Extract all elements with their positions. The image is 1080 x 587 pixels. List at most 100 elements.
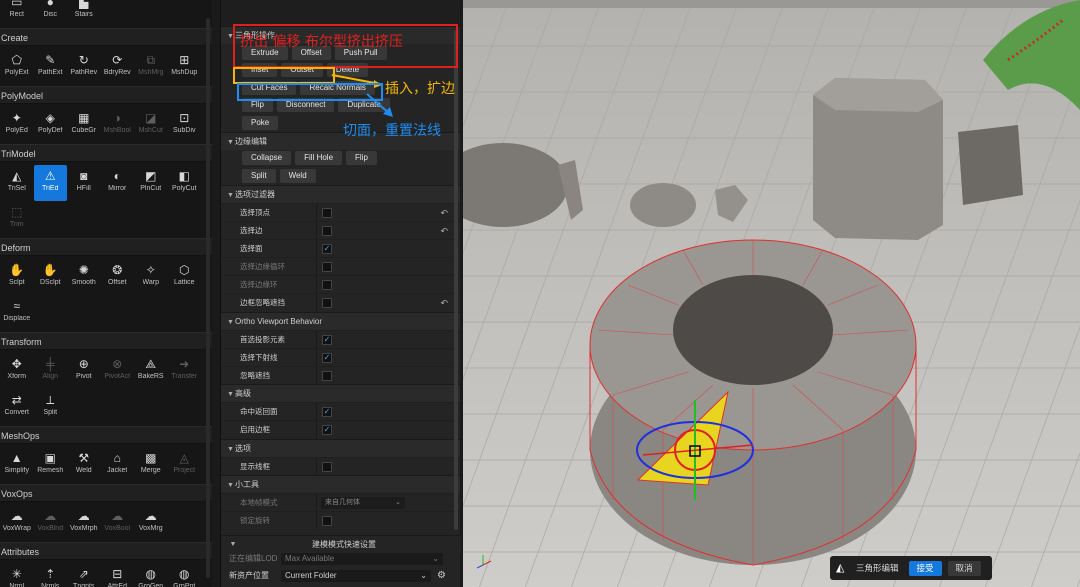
property-checkbox[interactable] — [322, 280, 332, 291]
tool-warp[interactable]: ✧ Warp — [134, 259, 168, 295]
tool-mshdup[interactable]: ⊞ MshDup — [168, 49, 202, 85]
details-scrollbar[interactable] — [454, 30, 458, 530]
tool-plncut[interactable]: ◩ PlnCut — [134, 165, 168, 201]
collapse-button[interactable]: Collapse — [242, 151, 292, 166]
tool-polycut[interactable]: ◧ PolyCut — [168, 165, 202, 201]
cut-faces-button[interactable]: Cut Faces — [242, 80, 297, 95]
tool-xform[interactable]: ✥ Xform — [0, 353, 34, 389]
category-voxops[interactable]: VoxOps — [0, 484, 212, 502]
property-checkbox[interactable]: ✓ — [322, 352, 332, 363]
tool-attred[interactable]: ⊟ AttrEd — [101, 563, 135, 587]
tool-remesh[interactable]: ▣ Remesh — [34, 447, 68, 483]
property-checkbox[interactable]: ✓ — [322, 407, 332, 418]
tool-disc[interactable]: ● Disc — [34, 0, 68, 27]
section-options[interactable]: ▼选项 — [221, 438, 460, 457]
tool-pivot[interactable]: ⊕ Pivot — [67, 353, 101, 389]
tool-mshmrg[interactable]: ⧉ MshMrg — [134, 49, 168, 85]
tool-trisel[interactable]: ◭ TriSel — [0, 165, 34, 201]
tool-bdryrev[interactable]: ⟳ BdryRev — [101, 49, 135, 85]
tool-hfill[interactable]: ◙ HFill — [67, 165, 101, 201]
tool-merge[interactable]: ▩ Merge — [134, 447, 168, 483]
section-advanced[interactable]: ▼高级 — [221, 384, 460, 403]
poke-button[interactable]: Poke — [242, 115, 279, 130]
tool-polyext[interactable]: ⬠ PolyExt — [0, 49, 34, 85]
tool-trim[interactable]: ⬚ Trim — [0, 201, 34, 237]
tool-tried[interactable]: ⚠ TriEd — [33, 165, 67, 201]
reset-icon[interactable]: ↶ — [440, 204, 448, 222]
category-create[interactable]: Create — [0, 28, 212, 46]
tool-lattice[interactable]: ⬡ Lattice — [168, 259, 202, 295]
property-checkbox[interactable] — [322, 371, 332, 381]
tool-voxmrg[interactable]: ☁ VoxMrg — [134, 505, 168, 541]
property-checkbox[interactable]: ✓ — [322, 243, 332, 254]
tool-mshbool[interactable]: ◑ MshBool — [101, 107, 135, 143]
property-checkbox[interactable] — [322, 515, 332, 526]
tool-pivotact[interactable]: ⊗ PivotAct — [101, 353, 135, 389]
disconnect-button[interactable]: Disconnect — [276, 98, 335, 113]
property-checkbox[interactable] — [322, 225, 332, 236]
tool-pathrev[interactable]: ↻ PathRev — [67, 49, 101, 85]
section-ortho-viewport[interactable]: ▼Ortho Viewport Behavior — [221, 311, 460, 330]
split-button[interactable]: Split — [242, 168, 276, 183]
category-transform[interactable]: Transform — [0, 332, 212, 350]
tool-sclpt[interactable]: ✋ Sclpt — [0, 259, 34, 295]
property-checkbox[interactable]: ✓ — [322, 425, 332, 436]
property-checkbox[interactable] — [322, 207, 332, 218]
tool-grpgen[interactable]: ◍ GrpGen — [134, 563, 168, 587]
category-deform[interactable]: Deform — [0, 238, 212, 256]
tool-split[interactable]: ⟂ Split — [34, 389, 68, 425]
3d-viewport[interactable] — [463, 0, 1080, 587]
property-checkbox[interactable] — [322, 461, 332, 472]
category-attributes[interactable]: Attributes — [0, 542, 212, 560]
tool-rect[interactable]: ▭ Rect — [0, 0, 34, 27]
weld-button[interactable]: Weld — [279, 168, 316, 183]
tool-voxwrap[interactable]: ☁ VoxWrap — [0, 505, 34, 541]
cancel-button[interactable]: 取消 — [947, 560, 981, 576]
flip-button[interactable]: Flip — [242, 98, 273, 113]
lod-dropdown[interactable]: Max Available ⌄ — [281, 553, 443, 565]
section-selection-filter[interactable]: ▼选项过滤器 — [221, 184, 460, 203]
tool-subdiv[interactable]: ⊡ SubDiv — [168, 107, 202, 143]
tool-bakers[interactable]: ⟁ BakeRS — [134, 353, 168, 389]
edge-flip-button[interactable]: Flip — [346, 151, 377, 166]
tool-grppnt[interactable]: ◍ GrpPnt — [168, 563, 202, 587]
tool-project[interactable]: ◬ Project — [168, 447, 202, 483]
tool-nrmls[interactable]: ⇡ Nrmls — [34, 563, 68, 587]
category-polymodel[interactable]: PolyModel — [0, 86, 212, 104]
tool-voxmrph[interactable]: ☁ VoxMrph — [67, 505, 101, 541]
tool-weld[interactable]: ⚒ Weld — [67, 447, 101, 483]
tool-transfer[interactable]: ➜ Transfer — [168, 353, 202, 389]
outset-button[interactable]: Outset — [281, 63, 323, 78]
property-checkbox[interactable] — [322, 262, 332, 273]
inset-button[interactable]: Inset — [242, 63, 278, 78]
palette-scrollbar[interactable] — [206, 18, 210, 578]
tool-convert[interactable]: ⇄ Convert — [0, 389, 34, 425]
tool-dsclpt[interactable]: ✋ DSclpt — [34, 259, 68, 295]
fill-hole-button[interactable]: Fill Hole — [295, 151, 343, 166]
reset-icon[interactable]: ↶ — [440, 294, 448, 312]
property-checkbox[interactable]: ✓ — [322, 334, 332, 345]
accept-button[interactable]: 接受 — [908, 560, 942, 576]
property-dropdown[interactable]: 来自几何体 ⌄ — [321, 496, 405, 509]
settings-gear-icon[interactable]: ⚙ — [437, 568, 446, 584]
tool-tngnts[interactable]: ⇗ Tngnts — [67, 563, 101, 587]
tool-align[interactable]: ╪ Align — [34, 353, 68, 389]
tool-mshcut[interactable]: ◪ MshCut — [134, 107, 168, 143]
tool-polyed[interactable]: ✦ PolyEd — [0, 107, 34, 143]
tool-voxblnd[interactable]: ☁ VoxBlnd — [34, 505, 68, 541]
tool-smooth[interactable]: ✺ Smooth — [67, 259, 101, 295]
tool-jacket[interactable]: ⌂ Jacket — [101, 447, 135, 483]
tool-cubegr[interactable]: ▦ CubeGr — [67, 107, 101, 143]
tool-nrml[interactable]: ✳ Nrml — [0, 563, 34, 587]
tool-displace[interactable]: ≈ Displace — [0, 295, 34, 331]
reset-icon[interactable]: ↶ — [440, 222, 448, 240]
tool-voxbool[interactable]: ☁ VoxBool — [101, 505, 135, 541]
tool-stairs[interactable]: ▙ Stairs — [67, 0, 101, 27]
section-gizmo[interactable]: ▼小工具 — [221, 474, 460, 493]
tool-offset[interactable]: ❂ Offset — [101, 259, 135, 295]
tool-mirror[interactable]: ◐ Mirror — [101, 165, 135, 201]
tool-pathext[interactable]: ✎ PathExt — [34, 49, 68, 85]
category-meshops[interactable]: MeshOps — [0, 426, 212, 444]
asset-location-dropdown[interactable]: Current Folder ⌄ — [281, 570, 431, 582]
tool-polydef[interactable]: ◈ PolyDef — [34, 107, 68, 143]
